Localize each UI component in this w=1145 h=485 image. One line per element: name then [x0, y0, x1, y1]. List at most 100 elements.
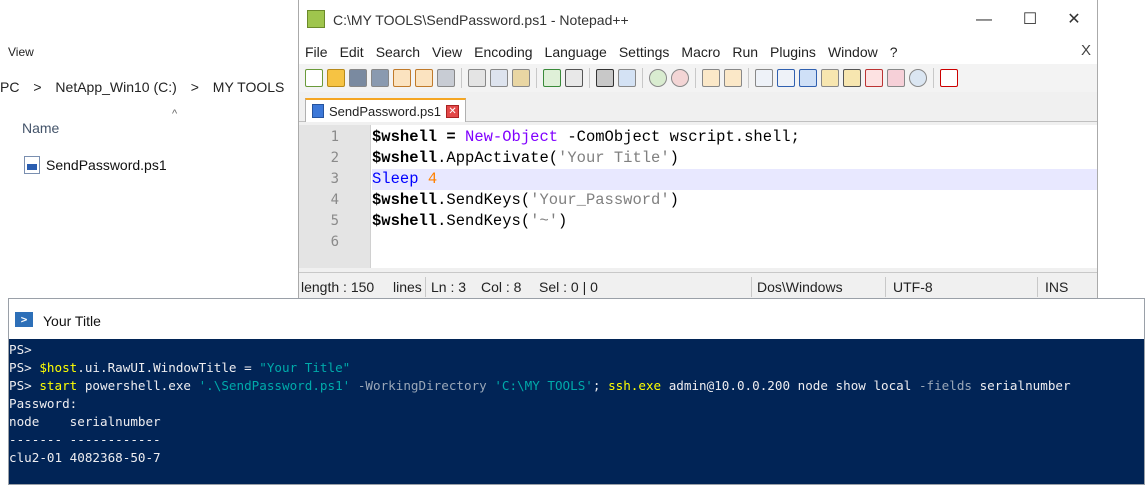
toolbar — [299, 64, 1097, 92]
menu-settings[interactable]: Settings — [613, 44, 676, 60]
console-line: Password: — [9, 395, 1144, 413]
line-number: 6 — [330, 234, 339, 250]
save-icon[interactable] — [349, 69, 367, 87]
console-line: node serialnumber — [9, 413, 1144, 431]
new-file-icon[interactable] — [305, 69, 323, 87]
menu-edit[interactable]: Edit — [334, 44, 370, 60]
function-list-icon[interactable] — [865, 69, 883, 87]
menu-encoding[interactable]: Encoding — [468, 44, 538, 60]
column-header-name[interactable]: Name — [22, 120, 59, 136]
menu-macro[interactable]: Macro — [675, 44, 726, 60]
folder-as-workspace-icon[interactable] — [887, 69, 905, 87]
word-wrap-icon[interactable] — [755, 69, 773, 87]
powershell-file-icon — [24, 156, 40, 174]
code-line-2[interactable]: $wshell.AppActivate('Your Title') — [372, 148, 1097, 169]
sync-vertical-icon[interactable] — [702, 69, 720, 87]
monitoring-icon[interactable] — [909, 69, 927, 87]
code-token: wscript.shell; — [660, 128, 800, 146]
code-line-3-current[interactable]: Sleep 4 — [372, 169, 1097, 190]
status-insert-mode[interactable]: INS — [1045, 279, 1068, 295]
tab-close-icon[interactable]: ✕ — [446, 104, 460, 118]
code-line-4[interactable]: $wshell.SendKeys('Your_Password') — [372, 190, 1097, 211]
document-tab-bar: SendPassword.ps1 ✕ — [299, 96, 1097, 122]
code-token: Sleep — [372, 170, 419, 188]
paste-icon[interactable] — [512, 69, 530, 87]
menu-window[interactable]: Window — [822, 44, 884, 60]
code-token: ) — [558, 212, 568, 230]
menu-plugins[interactable]: Plugins — [764, 44, 822, 60]
user-defined-language-icon[interactable] — [821, 69, 839, 87]
line-number: 3 — [330, 171, 339, 187]
breadcrumb-folder[interactable]: MY TOOLS — [213, 79, 285, 95]
document-tab[interactable]: SendPassword.ps1 ✕ — [305, 98, 467, 122]
record-macro-icon[interactable] — [940, 69, 958, 87]
close-button[interactable]: ✕ — [1051, 6, 1097, 34]
document-map-icon[interactable] — [843, 69, 861, 87]
status-lines: lines — [393, 279, 422, 295]
sync-horizontal-icon[interactable] — [724, 69, 742, 87]
ribbon-tab-view[interactable]: View — [8, 45, 34, 59]
close-all-icon[interactable] — [415, 69, 433, 87]
indent-guide-icon[interactable] — [799, 69, 817, 87]
minimize-button[interactable]: — — [961, 6, 1007, 34]
menu-file[interactable]: File — [299, 44, 334, 60]
code-token: $wshell — [372, 149, 438, 167]
breadcrumb-separator[interactable]: > — [33, 79, 41, 95]
breadcrumb-drive[interactable]: NetApp_Win10 (C:) — [55, 79, 176, 95]
zoom-out-icon[interactable] — [671, 69, 689, 87]
console-text: clu2-01 4082368-50-7 — [9, 450, 161, 465]
console-text: start — [39, 378, 78, 393]
console-output[interactable]: PS> PS> $host.ui.RawUI.WindowTitle = "Yo… — [9, 339, 1144, 484]
console-text: serialnumber — [972, 378, 1071, 393]
console-text: PS> — [9, 378, 40, 393]
undo-icon[interactable] — [543, 69, 561, 87]
breadcrumb-separator[interactable]: > — [191, 79, 199, 95]
powershell-window: > Your Title PS> PS> $host.ui.RawUI.Wind… — [8, 298, 1145, 485]
menu-search[interactable]: Search — [370, 44, 426, 60]
menu-language[interactable]: Language — [539, 44, 613, 60]
line-number: 4 — [330, 192, 339, 208]
code-editor[interactable]: 1 2 3 4 5 6 $wshell = New-Object -ComObj… — [299, 125, 1097, 268]
close-document-button[interactable]: X — [1081, 42, 1091, 59]
menu-run[interactable]: Run — [726, 44, 764, 60]
status-eol-format[interactable]: Dos\Windows — [757, 279, 843, 295]
code-line-1[interactable]: $wshell = New-Object -ComObject wscript.… — [372, 127, 1097, 148]
document-tab-label: SendPassword.ps1 — [329, 103, 442, 119]
redo-icon[interactable] — [565, 69, 583, 87]
show-all-characters-icon[interactable] — [777, 69, 795, 87]
console-text: ssh.exe — [608, 378, 662, 393]
save-all-icon[interactable] — [371, 69, 389, 87]
cut-icon[interactable] — [468, 69, 486, 87]
menu-view[interactable]: View — [426, 44, 468, 60]
code-line-6[interactable] — [372, 232, 1097, 253]
console-line: PS> $host.ui.RawUI.WindowTitle = "Your T… — [9, 359, 1144, 377]
code-token: 4 — [427, 170, 438, 188]
address-bar[interactable]: PC > NetApp_Win10 (C:) > MY TOOLS — [0, 79, 294, 95]
console-line: PS> start powershell.exe '.\SendPassword… — [9, 377, 1144, 395]
console-text: PS> — [9, 342, 32, 357]
console-text: .ui.RawUI.WindowTitle = — [77, 360, 260, 375]
copy-icon[interactable] — [490, 69, 508, 87]
console-text: node serialnumber — [9, 414, 161, 429]
menu-bar: File Edit Search View Encoding Language … — [299, 40, 1097, 64]
console-line: PS> — [9, 341, 1144, 359]
toolbar-separator — [589, 68, 590, 88]
breadcrumb-pc[interactable]: PC — [0, 79, 19, 95]
replace-icon[interactable] — [618, 69, 636, 87]
code-token: -ComObject — [558, 128, 661, 146]
console-text: '.\SendPassword.ps1' — [198, 378, 351, 393]
console-text: "Your Title" — [259, 360, 351, 375]
find-icon[interactable] — [596, 69, 614, 87]
line-number: 2 — [330, 150, 339, 166]
close-file-icon[interactable] — [393, 69, 411, 87]
print-icon[interactable] — [437, 69, 455, 87]
status-encoding[interactable]: UTF-8 — [893, 279, 933, 295]
title-bar[interactable]: C:\MY TOOLS\SendPassword.ps1 - Notepad++… — [299, 0, 1097, 40]
code-line-5[interactable]: $wshell.SendKeys('~') — [372, 211, 1097, 232]
zoom-in-icon[interactable] — [649, 69, 667, 87]
open-file-icon[interactable] — [327, 69, 345, 87]
maximize-button[interactable]: ☐ — [1007, 6, 1053, 34]
title-bar[interactable]: > Your Title — [9, 299, 1144, 339]
file-list-item[interactable]: SendPassword.ps1 — [24, 156, 167, 174]
menu-help[interactable]: ? — [884, 44, 904, 60]
